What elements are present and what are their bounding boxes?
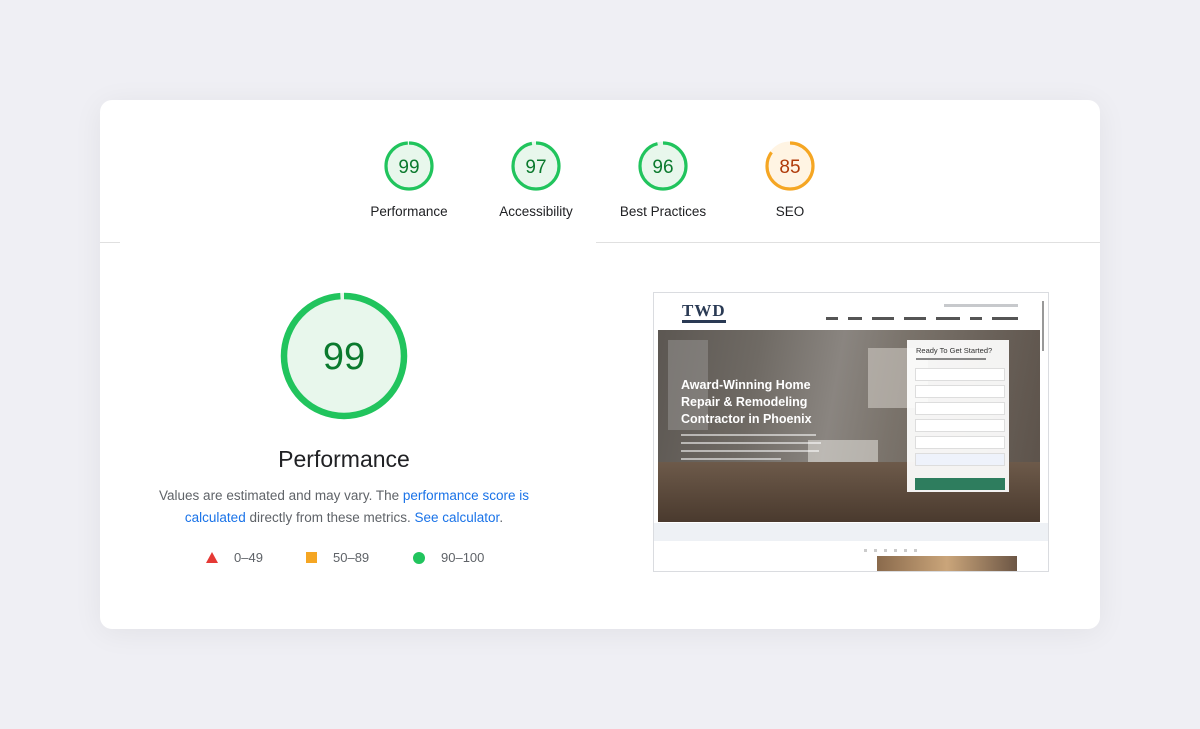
form-field (915, 419, 1005, 432)
score-accessibility: 97 (525, 157, 546, 178)
desc-prefix: Values are estimated and may vary. The (159, 488, 403, 503)
score-description: Values are estimated and may vary. The p… (154, 485, 534, 529)
gauge-label-accessibility: Accessibility (499, 204, 573, 219)
thumbnail-image-strip (877, 556, 1017, 571)
performance-main-gauge: 99 (280, 292, 408, 420)
thumbnail-nav (826, 317, 1018, 321)
form-field (915, 436, 1005, 449)
form-submit-button (915, 478, 1005, 490)
legend-fail: 0–49 (206, 550, 263, 565)
score-performance: 99 (398, 157, 419, 178)
thumbnail-section-band (654, 523, 1048, 541)
gauge-accessibility[interactable]: 97 Accessibility (476, 140, 596, 219)
active-tab-indicator (120, 242, 596, 243)
see-calculator-link[interactable]: See calculator (415, 510, 500, 525)
desc-middle: directly from these metrics. (245, 510, 415, 525)
triangle-icon (206, 552, 218, 563)
gauge-ring-seo: 85 (765, 141, 815, 191)
thumbnail-form: Ready To Get Started? (907, 340, 1009, 492)
form-field (915, 453, 1005, 466)
thumbnail-scrollbar (1042, 301, 1044, 351)
gauge-label-performance: Performance (370, 204, 448, 219)
thumbnail-form-title: Ready To Get Started? (916, 346, 993, 355)
main-score: 99 (323, 336, 365, 378)
legend-pass-range: 90–100 (441, 550, 485, 565)
thumbnail-logo: TWD (682, 301, 726, 320)
thumbnail-dots (864, 549, 924, 552)
report-card: 99 Performance 97 Accessibility 96 Best … (100, 100, 1100, 629)
hero-subtext (681, 434, 821, 466)
form-field (915, 402, 1005, 415)
thumbnail-contact-bar (944, 304, 1018, 307)
score-seo: 85 (779, 157, 800, 178)
form-field (915, 368, 1005, 381)
legend-fail-range: 0–49 (234, 550, 263, 565)
page-screenshot-thumbnail[interactable]: TWD Award-Winning Home Repair & Remodeli… (653, 292, 1049, 572)
gauge-label-seo: SEO (775, 204, 805, 219)
score-best-practices: 96 (652, 157, 673, 178)
legend-average: 50–89 (306, 550, 369, 565)
thumbnail-hero: Award-Winning Home Repair & Remodeling C… (658, 330, 1040, 522)
square-icon (306, 552, 317, 563)
legend-pass: 90–100 (413, 550, 484, 565)
gauge-performance[interactable]: 99 Performance (349, 140, 469, 219)
gauge-seo[interactable]: 85 SEO (730, 140, 850, 219)
circle-icon (413, 551, 425, 564)
desc-suffix: . (499, 510, 504, 525)
gauge-label-best-practices: Best Practices (619, 204, 707, 219)
gauge-ring-performance: 99 (384, 141, 434, 191)
logo-underline (682, 320, 726, 323)
section-title: Performance (278, 446, 410, 472)
form-subtitle (916, 358, 986, 360)
gauge-best-practices[interactable]: 96 Best Practices (603, 140, 723, 219)
legend-average-range: 50–89 (333, 550, 370, 565)
thumbnail-hero-title: Award-Winning Home Repair & Remodeling C… (681, 378, 812, 426)
gauge-ring-best-practices: 96 (638, 141, 688, 191)
gauge-ring-accessibility: 97 (511, 141, 561, 191)
category-gauges: 99 Performance 97 Accessibility 96 Best … (100, 140, 1100, 244)
form-field (915, 385, 1005, 398)
